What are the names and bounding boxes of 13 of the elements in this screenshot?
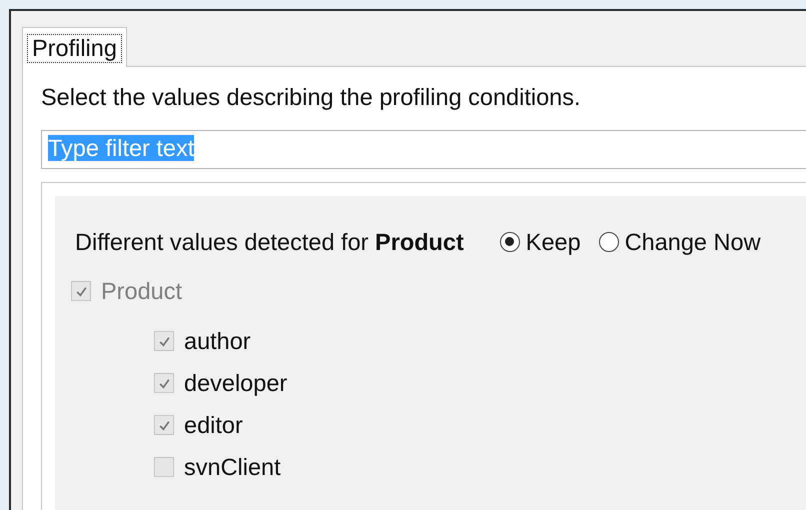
- check-icon: [158, 334, 170, 348]
- profiling-tab[interactable]: Profiling: [22, 27, 127, 67]
- check-icon: [158, 418, 170, 432]
- check-icon: [74, 284, 88, 298]
- value-checkbox[interactable]: svnClient: [154, 454, 281, 480]
- radio-option[interactable]: Change Now: [598, 228, 761, 256]
- check-icon: [158, 376, 170, 390]
- description-text: Select the values describing the profiling conditions.: [41, 84, 582, 112]
- value-checkbox[interactable]: author: [154, 328, 251, 354]
- value-checkbox[interactable]: developer: [154, 370, 288, 396]
- group-heading: Different values detected for Product: [75, 228, 464, 256]
- value-checkbox[interactable]: editor: [154, 412, 243, 438]
- radio-option[interactable]: Keep: [500, 228, 581, 256]
